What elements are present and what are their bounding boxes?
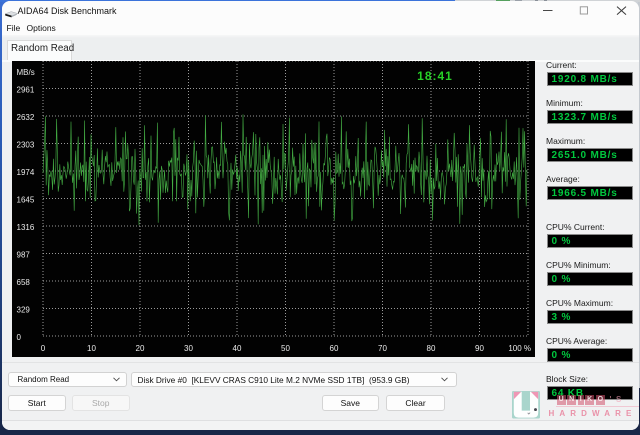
svg-text:1645: 1645 xyxy=(16,196,34,205)
svg-text:20: 20 xyxy=(135,344,144,353)
svg-text:MB/s: MB/s xyxy=(16,68,34,77)
svg-text:40: 40 xyxy=(232,344,241,353)
svg-text:987: 987 xyxy=(16,251,30,260)
svg-text:329: 329 xyxy=(16,306,30,315)
svg-text:1316: 1316 xyxy=(16,223,34,232)
svg-text:100 %: 100 % xyxy=(508,344,531,353)
svg-text:2961: 2961 xyxy=(16,86,34,95)
svg-text:658: 658 xyxy=(16,278,30,287)
svg-text:30: 30 xyxy=(184,344,193,353)
svg-text:2303: 2303 xyxy=(16,141,34,150)
svg-text:50: 50 xyxy=(281,344,290,353)
svg-text:90: 90 xyxy=(475,344,484,353)
svg-text:18:41: 18:41 xyxy=(417,69,453,83)
svg-text:0: 0 xyxy=(40,344,45,353)
svg-text:10: 10 xyxy=(87,344,96,353)
svg-text:2632: 2632 xyxy=(16,113,34,122)
svg-text:80: 80 xyxy=(426,344,435,353)
svg-text:0: 0 xyxy=(16,333,21,342)
svg-text:70: 70 xyxy=(378,344,387,353)
svg-text:1974: 1974 xyxy=(16,168,34,177)
svg-text:60: 60 xyxy=(329,344,338,353)
